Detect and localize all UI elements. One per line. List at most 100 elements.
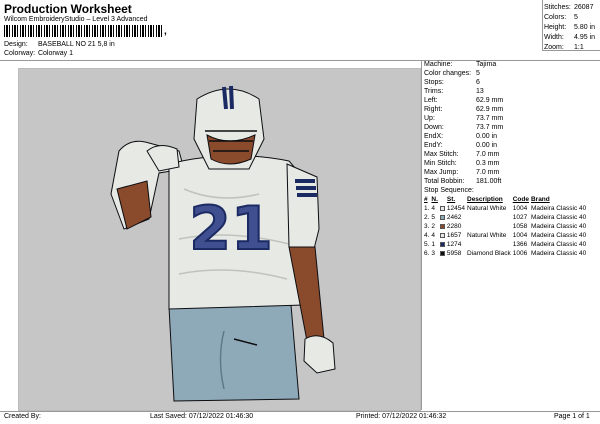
info-row: EndY: 0.00 in	[424, 142, 498, 149]
row-code: 1004	[512, 232, 528, 239]
design-value: BASEBALL NO 21 5,8 in	[37, 41, 115, 48]
table-row: 1. 4 12454 Natural White 1004 Madeira Classic…	[424, 204, 588, 213]
col-n: N.	[431, 196, 438, 203]
row-index: 5.	[424, 241, 430, 248]
design-stats: Stitches: 26087 Colors: 5 Height: 5.80 in W…	[544, 3, 600, 53]
info-row: Trims: 13	[424, 88, 484, 95]
barcode	[4, 25, 162, 37]
row-swatch	[439, 231, 447, 240]
pants-shape	[168, 304, 300, 402]
stop-sequence-table: # N. St. Description Code Brand 1. 4 12454…	[424, 195, 588, 258]
row-swatch	[439, 222, 447, 231]
stat-row: Zoom: 1:1	[544, 44, 584, 51]
row-n: 4	[431, 232, 436, 239]
color-swatch-icon	[439, 205, 445, 211]
row-brand: Madeira Classic 40	[530, 205, 587, 212]
col-description: Description	[467, 196, 503, 203]
row-n: 1	[431, 241, 436, 248]
right-sleeve	[286, 163, 320, 250]
row-brand: Madeira Classic 40	[530, 214, 587, 221]
color-swatch-icon	[439, 232, 445, 238]
stat-row: Width: 4.95 in	[544, 34, 596, 41]
row-description	[467, 222, 513, 231]
stat-row: Height: 5.80 in	[544, 24, 596, 31]
table-row: 2. 5 2462 1027 Madeira Classic 40	[424, 213, 588, 222]
row-stitches: 2462	[446, 214, 462, 221]
stat-row: Stitches: 26087	[544, 4, 594, 11]
row-swatch	[439, 249, 447, 258]
table-row: 5. 1 1274 1366 Madeira Classic 40	[424, 240, 588, 249]
row-code: 1006	[512, 250, 528, 257]
row-stitches: 1274	[446, 241, 462, 248]
row-stitches: 12454	[446, 205, 465, 212]
color-swatch-icon	[439, 241, 445, 247]
color-swatch-icon	[439, 214, 445, 220]
info-row: Left: 62.9 mm	[424, 97, 504, 104]
row-description: Natural White	[467, 205, 507, 212]
stop-sequence-caption: Stop Sequence:	[424, 187, 474, 194]
row-description: Natural White	[467, 232, 507, 239]
row-n: 5	[431, 214, 436, 221]
worksheet-title: Production Worksheet	[4, 2, 132, 16]
canvas-divider	[421, 60, 422, 410]
col-swatch	[440, 195, 447, 204]
info-row: Machine: Tajima	[424, 61, 497, 68]
row-index: 1.	[424, 205, 430, 212]
printed-date: Printed: 07/12/2022 01:46:32	[356, 413, 447, 420]
col-brand: Brand	[530, 196, 550, 203]
row-stitches: 1657	[446, 232, 462, 239]
stop-sequence: Stop Sequence: # N. St. Description Code…	[424, 186, 600, 258]
row-description	[467, 240, 513, 249]
row-code: 1027	[512, 214, 528, 221]
info-row: Max Stitch: 7.0 mm	[424, 151, 500, 158]
row-n: 2	[431, 223, 436, 230]
row-code: 1004	[512, 205, 528, 212]
row-index: 3.	[424, 223, 430, 230]
barcode-suffix: ,	[164, 26, 167, 37]
glove-icon	[303, 335, 336, 374]
info-row: Up: 73.7 mm	[424, 115, 504, 122]
row-description: Diamond Black	[467, 250, 511, 257]
row-code: 1058	[512, 223, 528, 230]
row-stitches: 5958	[446, 250, 462, 257]
row-n: 4	[431, 205, 436, 212]
row-swatch	[439, 240, 447, 249]
info-row: Total Bobbin: 181.00ft	[424, 178, 502, 185]
design-preview[interactable]: 21	[18, 68, 421, 411]
info-row: EndX: 0.00 in	[424, 133, 498, 140]
table-row: 4. 4 1657 Natural White 1004 Madeira Classic …	[424, 231, 588, 240]
color-swatch-icon	[439, 223, 445, 229]
design-label: Design:	[4, 41, 28, 48]
colorway-label: Colorway:	[4, 50, 36, 57]
row-index: 6.	[424, 250, 430, 257]
row-description	[467, 213, 513, 222]
row-stitches: 2280	[446, 223, 462, 230]
color-swatch-icon	[439, 250, 445, 256]
last-saved: Last Saved: 07/12/2022 01:46:30	[150, 413, 254, 420]
col-stitches: St.	[446, 196, 456, 203]
info-row: Stops: 6	[424, 79, 480, 86]
design-row: Design: BASEBALL NO 21 5,8 in	[4, 41, 115, 48]
embroidery-design-illustration: 21	[110, 85, 336, 402]
row-brand: Madeira Classic 40	[530, 241, 587, 248]
col-code: Code	[512, 196, 529, 203]
colorway-row: Colorway: Colorway 1	[4, 50, 73, 57]
row-index: 4.	[424, 232, 430, 239]
table-row: 3. 2 2280 1058 Madeira Classic 40	[424, 222, 588, 231]
row-brand: Madeira Classic 40	[530, 232, 587, 239]
row-swatch	[439, 204, 447, 213]
page-number: Page 1 of 1	[554, 413, 590, 420]
row-brand: Madeira Classic 40	[530, 223, 587, 230]
row-code: 1366	[512, 241, 528, 248]
footer-divider	[0, 411, 600, 412]
row-swatch	[439, 213, 447, 222]
created-by: Created By:	[4, 413, 41, 420]
col-number: #	[424, 196, 428, 203]
info-row: Min Stitch: 0.3 mm	[424, 160, 500, 167]
info-row: Down: 73.7 mm	[424, 124, 504, 131]
row-index: 2.	[424, 214, 430, 221]
software-name: Wilcom EmbroideryStudio – Level 3 Advanc…	[4, 16, 148, 23]
stat-row: Colors: 5	[544, 14, 578, 21]
info-row: Color changes: 5	[424, 70, 480, 77]
stats-divider	[542, 0, 543, 50]
